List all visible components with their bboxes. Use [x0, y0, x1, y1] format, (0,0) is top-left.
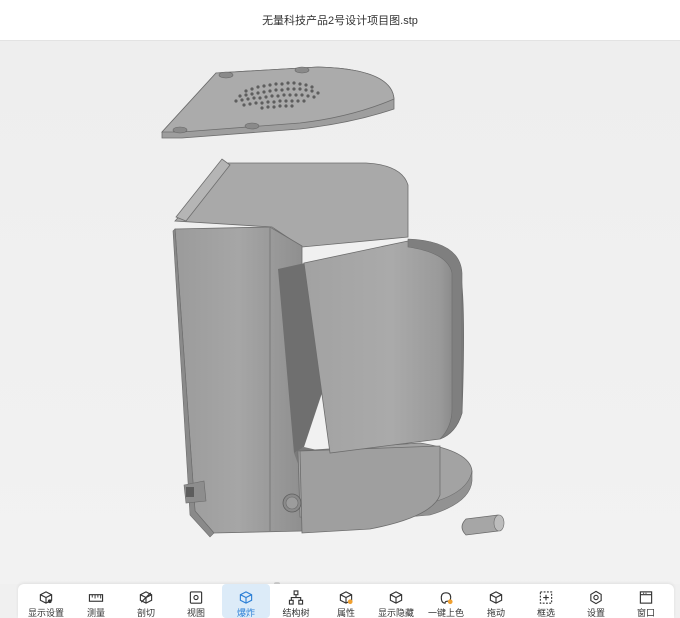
tool-measure[interactable]: 测量 [72, 584, 120, 618]
tool-label: 结构树 [282, 608, 310, 618]
tool-settings[interactable]: 设置 [572, 584, 620, 618]
tool-label: 属性 [336, 608, 355, 618]
tool-drag[interactable]: 拖动 [472, 584, 520, 618]
measure-icon [88, 594, 104, 602]
housing-part[interactable] [172, 158, 473, 538]
display-settings-icon [39, 591, 53, 604]
drag-icon [489, 591, 503, 604]
properties-icon [339, 591, 353, 605]
tool-label: 显示设置 [27, 608, 64, 618]
tool-window[interactable]: 窗口 [622, 584, 670, 618]
tool-label: 爆炸 [236, 608, 255, 618]
tool-label: 显示隐藏 [377, 608, 414, 618]
window-icon [639, 591, 653, 604]
top-cover-part[interactable] [161, 66, 395, 139]
tool-one-click-color[interactable]: 一键上色 [422, 584, 470, 618]
tool-label: 设置 [586, 608, 605, 618]
3d-viewport[interactable] [0, 41, 680, 584]
tool-label: 框选 [536, 608, 555, 618]
pin-part[interactable] [461, 514, 505, 536]
tool-label: 视图 [186, 608, 205, 618]
tool-section-cut[interactable]: 剖切 [122, 584, 170, 618]
section-cut-icon [139, 591, 153, 604]
show-hide-icon [389, 591, 403, 604]
tool-label: 一键上色 [427, 608, 464, 618]
tool-label: 测量 [86, 608, 105, 618]
settings-icon [590, 590, 602, 605]
view-icon [189, 591, 203, 604]
tool-label: 剖切 [136, 608, 155, 618]
tool-label: 窗口 [636, 608, 655, 618]
file-title: 无量科技产品2号设计项目图.stp [262, 15, 418, 27]
explode-icon [239, 591, 253, 604]
tool-explode[interactable]: 爆炸 [222, 584, 270, 618]
tool-structure-tree[interactable]: 结构树 [272, 584, 320, 618]
one-click-color-icon [440, 592, 453, 605]
tool-show-hide[interactable]: 显示隐藏 [372, 584, 420, 618]
box-select-icon [539, 591, 553, 604]
tool-label: 拖动 [486, 608, 505, 618]
structure-tree-icon [288, 590, 304, 605]
exploded-model[interactable] [0, 41, 680, 584]
bottom-toolbar: 显示设置 测量 剖切 视图 爆炸 结构树 属性 显示隐藏 一键上色 拖动 框选 … [18, 584, 674, 618]
title-bar: 无量科技产品2号设计项目图.stp [0, 0, 680, 41]
tool-display-settings[interactable]: 显示设置 [22, 584, 70, 618]
tool-properties[interactable]: 属性 [322, 584, 370, 618]
tool-view[interactable]: 视图 [172, 584, 220, 618]
tool-box-select[interactable]: 框选 [522, 584, 570, 618]
